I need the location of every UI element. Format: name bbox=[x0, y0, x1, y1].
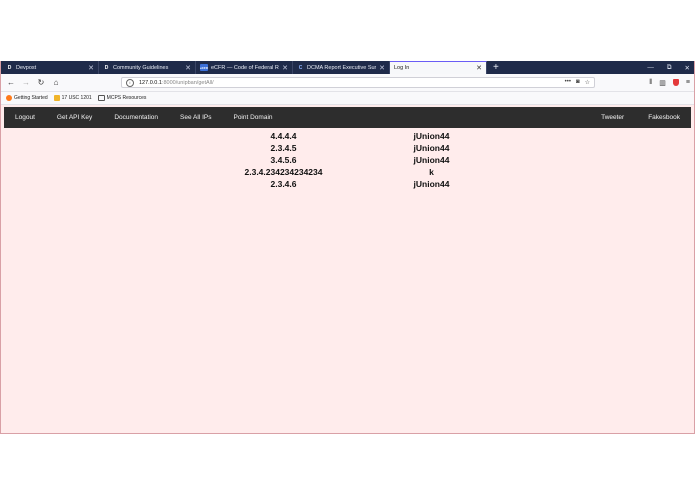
new-tab-button[interactable]: + bbox=[487, 61, 505, 74]
site-navbar: Logout Get API Key Documentation See All… bbox=[4, 107, 691, 128]
tab-ecfr[interactable]: eCFR eCFR — Code of Federal Regul ✕ bbox=[196, 61, 293, 74]
table-row: 3.4.5.6 jUnion44 bbox=[229, 154, 467, 166]
bookmark-label: Getting Started bbox=[14, 95, 48, 101]
tab-title: eCFR — Code of Federal Regul bbox=[211, 64, 279, 71]
nav-fakesbook[interactable]: Fakesbook bbox=[648, 114, 680, 121]
nav-see-all-ips[interactable]: See All IPs bbox=[180, 114, 211, 121]
browser-window: D Devpost ✕ D Community Guidelines ✕ eCF… bbox=[0, 61, 695, 434]
ip-cell: 4.4.4.4 bbox=[270, 131, 297, 141]
bookmark-star-icon[interactable]: ☆ bbox=[585, 79, 590, 86]
reload-icon[interactable]: ↻ bbox=[35, 77, 47, 89]
tab-title: Community Guidelines bbox=[113, 64, 169, 71]
tab-title: Devpost bbox=[16, 64, 37, 71]
sidebar-icon[interactable]: ▥ bbox=[659, 79, 666, 87]
user-cell: jUnion44 bbox=[413, 131, 450, 141]
restore-icon[interactable]: ⧉ bbox=[667, 64, 672, 72]
close-icon[interactable]: ✕ bbox=[88, 64, 94, 72]
menu-icon[interactable]: ≡ bbox=[686, 79, 690, 86]
window-controls: — ⧉ ✕ bbox=[647, 61, 690, 74]
bookmark-17-usc-1201[interactable]: 17 USC 1201 bbox=[53, 95, 92, 101]
ip-cell: 2.3.4.5 bbox=[270, 143, 297, 153]
close-icon[interactable]: ✕ bbox=[185, 64, 191, 72]
firefox-icon bbox=[6, 95, 12, 101]
tab-dcma-report[interactable]: C DCMA Report Executive Summ ✕ bbox=[293, 61, 390, 74]
ecfr-icon: eCFR bbox=[200, 64, 208, 71]
devpost-icon: D bbox=[7, 64, 12, 71]
table-row: 2.3.4.5 jUnion44 bbox=[229, 142, 467, 154]
ip-cell: 2.3.4.234234234234 bbox=[244, 167, 323, 177]
tab-strip: D Devpost ✕ D Community Guidelines ✕ eCF… bbox=[1, 61, 694, 74]
back-icon[interactable]: ← bbox=[5, 77, 17, 89]
bookmark-label: MCPS Resources bbox=[106, 95, 147, 101]
user-cell: jUnion44 bbox=[413, 143, 450, 153]
tab-title: DCMA Report Executive Summ bbox=[307, 64, 377, 71]
user-cell: k bbox=[429, 167, 434, 177]
url-bar[interactable]: i 127.0.0.1:8000/unipban/getAll/ ••• ◙ ☆ bbox=[121, 77, 595, 88]
close-icon[interactable]: ✕ bbox=[476, 64, 482, 72]
bookmarks-bar: Getting Started 17 USC 1201 MCPS Resourc… bbox=[1, 92, 694, 105]
tab-log-in[interactable]: Log In ✕ bbox=[390, 61, 487, 74]
site-info-icon[interactable]: i bbox=[126, 78, 134, 87]
library-icon[interactable]: ⫴ bbox=[649, 79, 652, 87]
folder-icon bbox=[97, 95, 105, 101]
nav-logout[interactable]: Logout bbox=[15, 114, 35, 121]
close-icon[interactable]: ✕ bbox=[379, 64, 385, 72]
table-row: 2.3.4.6 jUnion44 bbox=[229, 178, 467, 190]
page-actions-icon[interactable]: ••• bbox=[565, 79, 571, 86]
toolbar-right: ⫴ ▥ ≡ bbox=[649, 79, 690, 87]
tab-community-guidelines[interactable]: D Community Guidelines ✕ bbox=[99, 61, 196, 74]
bookmark-label: 17 USC 1201 bbox=[61, 95, 92, 101]
bookmark-mcps-resources[interactable]: MCPS Resources bbox=[97, 95, 147, 101]
user-cell: jUnion44 bbox=[413, 179, 450, 189]
ip-cell: 2.3.4.6 bbox=[270, 179, 297, 189]
ip-cell: 3.4.5.6 bbox=[270, 155, 297, 165]
user-cell: jUnion44 bbox=[413, 155, 450, 165]
bookmark-icon bbox=[53, 95, 60, 101]
close-icon[interactable]: ✕ bbox=[282, 64, 288, 72]
table-row: 4.4.4.4 jUnion44 bbox=[229, 130, 467, 142]
tab-devpost[interactable]: D Devpost ✕ bbox=[2, 61, 99, 74]
table-row: 2.3.4.234234234234 k bbox=[229, 166, 467, 178]
nav-point-domain[interactable]: Point Domain bbox=[233, 114, 272, 121]
top-margin bbox=[0, 0, 695, 61]
home-icon[interactable]: ⌂ bbox=[50, 77, 62, 89]
pocket-icon[interactable]: ◙ bbox=[576, 79, 580, 86]
navigation-toolbar: ← → ↻ ⌂ i 127.0.0.1:8000/unipban/getAll/… bbox=[1, 74, 694, 92]
devpost-icon: D bbox=[104, 64, 109, 71]
nav-tweeter[interactable]: Tweeter bbox=[601, 114, 624, 121]
forward-icon[interactable]: → bbox=[20, 77, 32, 89]
close-window-icon[interactable]: ✕ bbox=[685, 64, 690, 72]
nav-documentation[interactable]: Documentation bbox=[114, 114, 158, 121]
url-host: 127.0.0.1 bbox=[139, 79, 162, 86]
minimize-icon[interactable]: — bbox=[647, 64, 654, 71]
ip-table: 4.4.4.4 jUnion44 2.3.4.5 jUnion44 3.4.5.… bbox=[229, 130, 467, 190]
url-path: :8000/unipban/getAll/ bbox=[161, 79, 214, 86]
dcma-icon: C bbox=[298, 64, 303, 71]
nav-get-api-key[interactable]: Get API Key bbox=[57, 114, 92, 121]
shield-icon[interactable] bbox=[672, 79, 679, 86]
page-content: Logout Get API Key Documentation See All… bbox=[1, 107, 694, 427]
tab-title: Log In bbox=[394, 65, 410, 71]
bookmark-getting-started[interactable]: Getting Started bbox=[6, 95, 48, 101]
